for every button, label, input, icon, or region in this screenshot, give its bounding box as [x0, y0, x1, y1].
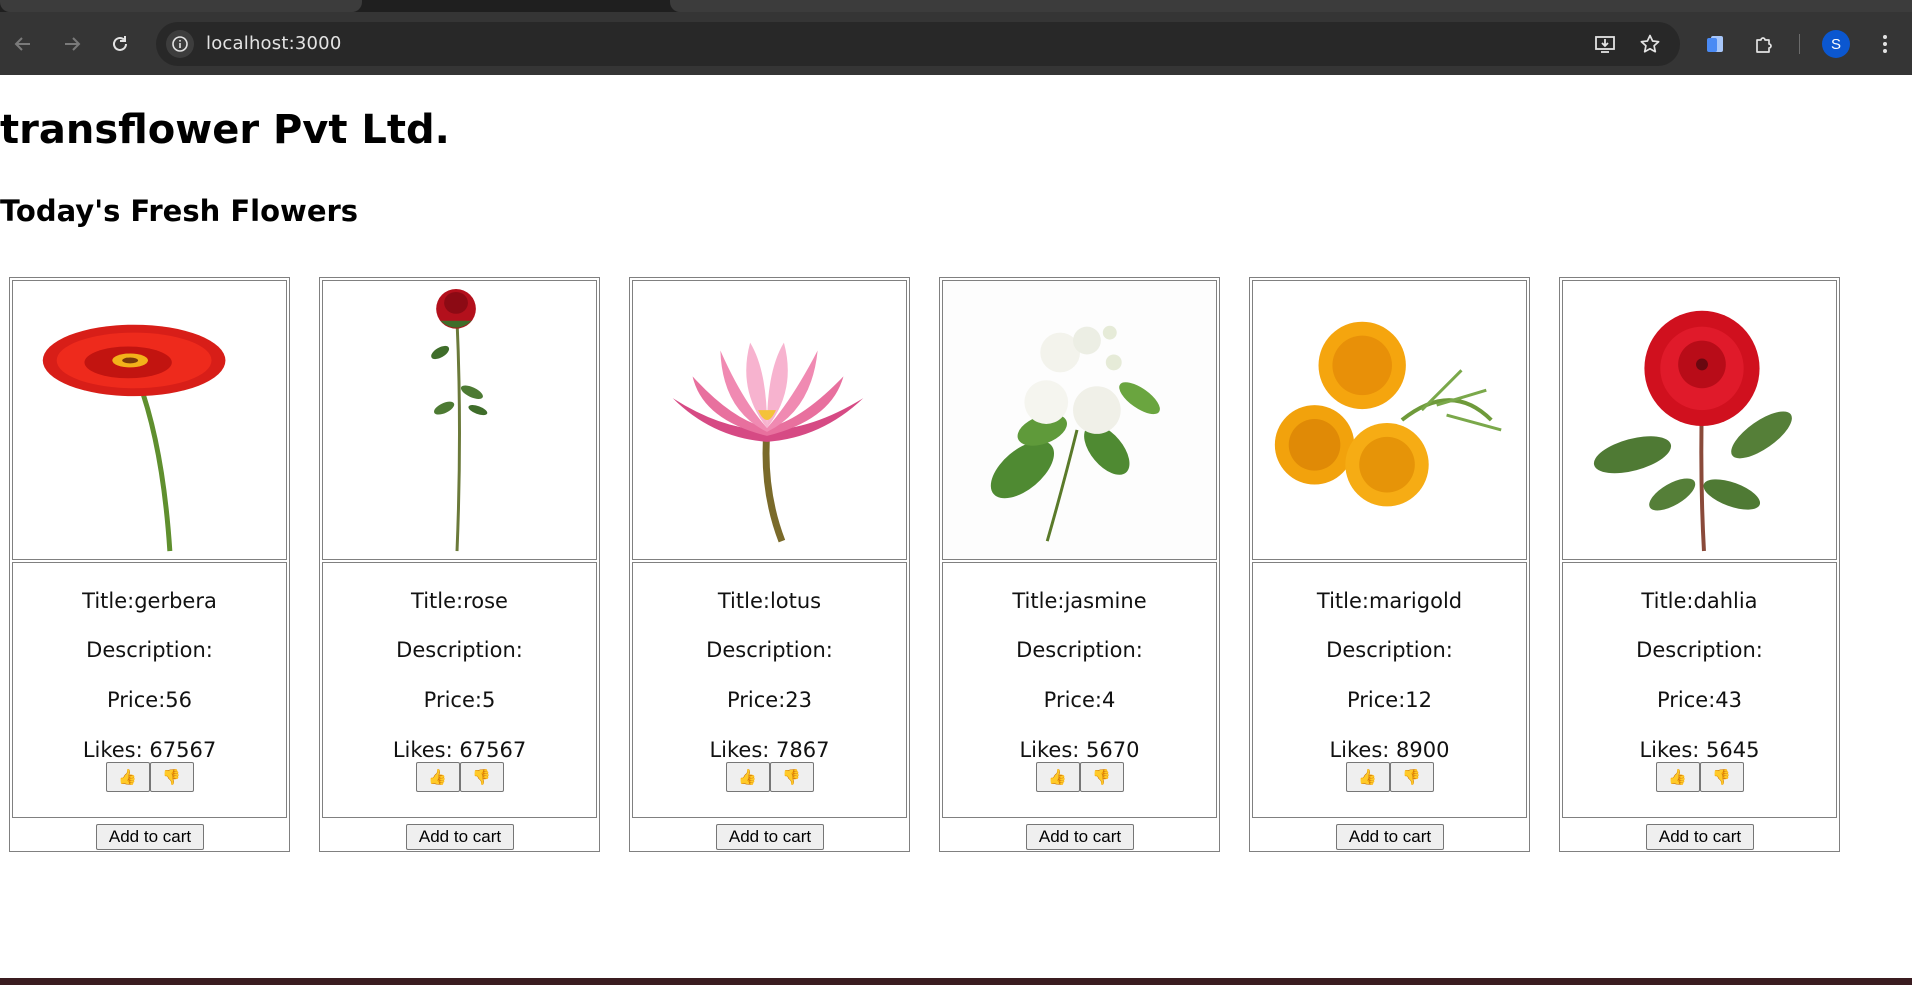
- extensions-puzzle-icon[interactable]: [1749, 29, 1779, 59]
- add-to-cart-button[interactable]: Add to cart: [1026, 824, 1134, 850]
- thumbs-up-icon: 👍: [118, 769, 137, 786]
- flower-info: Title:jasmine Description: Price:4 Likes…: [942, 562, 1217, 818]
- toolbar-divider: [1799, 34, 1800, 54]
- like-button[interactable]: 👍: [1035, 762, 1080, 792]
- like-button[interactable]: 👍: [1655, 762, 1700, 792]
- flower-likes: Likes: 7867: [709, 738, 830, 762]
- flower-price: Price:4: [1043, 688, 1116, 712]
- forward-arrow-icon[interactable]: [57, 29, 87, 59]
- flower-card: Title:dahlia Description: Price:43 Likes…: [1559, 277, 1840, 852]
- flower-title: Title:marigold: [1316, 589, 1463, 613]
- like-button[interactable]: 👍: [415, 762, 460, 792]
- add-to-cart-button[interactable]: Add to cart: [716, 824, 824, 850]
- thumbs-down-icon: 👎: [782, 769, 801, 786]
- flower-title: Title:gerbera: [82, 589, 217, 613]
- flower-description: Description:: [86, 638, 213, 662]
- add-to-cart-button[interactable]: Add to cart: [96, 824, 204, 850]
- thumbs-up-icon: 👍: [428, 769, 447, 786]
- thumbs-up-icon: 👍: [1358, 769, 1377, 786]
- flower-description: Description:: [1636, 638, 1763, 662]
- install-app-icon[interactable]: [1594, 33, 1616, 55]
- flower-title: Title:jasmine: [1012, 589, 1147, 613]
- white-jasmine-image: [942, 280, 1217, 560]
- add-to-cart-button[interactable]: Add to cart: [1646, 824, 1754, 850]
- flower-likes: Likes: 5645: [1639, 738, 1760, 762]
- flower-info: Title:lotus Description: Price:23 Likes:…: [632, 562, 907, 818]
- like-button[interactable]: 👍: [1345, 762, 1390, 792]
- flower-description: Description:: [396, 638, 523, 662]
- red-rose-image: [322, 280, 597, 560]
- back-arrow-icon[interactable]: [8, 29, 38, 59]
- section-heading: Today's Fresh Flowers: [0, 194, 359, 228]
- red-dahlia-image: [1562, 280, 1837, 560]
- thumbs-down-icon: 👎: [1402, 769, 1421, 786]
- flower-price: Price:23: [726, 688, 813, 712]
- flower-description: Description:: [706, 638, 833, 662]
- address-bar[interactable]: localhost:3000: [156, 22, 1680, 66]
- dislike-button[interactable]: 👎: [149, 762, 194, 792]
- bookmark-star-icon[interactable]: [1639, 33, 1661, 55]
- more-vertical-icon[interactable]: [1870, 29, 1900, 59]
- flower-title: Title:dahlia: [1641, 589, 1758, 613]
- browser-tab-inactive[interactable]: [670, 0, 1912, 12]
- like-button[interactable]: 👍: [725, 762, 770, 792]
- flower-info: Title:dahlia Description: Price:43 Likes…: [1562, 562, 1837, 818]
- vote-buttons: 👍 👎: [633, 762, 906, 792]
- flower-title: Title:rose: [411, 589, 508, 613]
- flower-description: Description:: [1326, 638, 1453, 662]
- thumbs-up-icon: 👍: [738, 769, 757, 786]
- notes-icon[interactable]: [1700, 29, 1730, 59]
- flower-grid: Title:gerbera Description: Price:56 Like…: [9, 277, 1840, 852]
- flower-likes: Likes: 67567: [82, 738, 217, 762]
- flower-price: Price:12: [1346, 688, 1433, 712]
- flower-title: Title:lotus: [717, 589, 822, 613]
- url-text[interactable]: localhost:3000: [206, 33, 341, 54]
- flower-description: Description:: [1016, 638, 1143, 662]
- red-gerbera-image: [12, 280, 287, 560]
- browser-toolbar: localhost:3000 S: [0, 12, 1912, 75]
- flower-price: Price:56: [106, 688, 193, 712]
- dislike-button[interactable]: 👎: [459, 762, 504, 792]
- dislike-button[interactable]: 👎: [1079, 762, 1124, 792]
- flower-likes: Likes: 5670: [1019, 738, 1140, 762]
- flower-card: Title:rose Description: Price:5 Likes: 6…: [319, 277, 600, 852]
- yellow-marigold-image: [1252, 280, 1527, 560]
- taskbar-edge: [0, 978, 1912, 985]
- vote-buttons: 👍 👎: [943, 762, 1216, 792]
- vote-buttons: 👍 👎: [1563, 762, 1836, 792]
- flower-info: Title:rose Description: Price:5 Likes: 6…: [322, 562, 597, 818]
- dislike-button[interactable]: 👎: [1389, 762, 1434, 792]
- pink-lotus-image: [632, 280, 907, 560]
- site-info-icon[interactable]: [166, 30, 194, 58]
- flower-price: Price:43: [1656, 688, 1743, 712]
- dislike-button[interactable]: 👎: [1699, 762, 1744, 792]
- thumbs-up-icon: 👍: [1048, 769, 1067, 786]
- flower-info: Title:marigold Description: Price:12 Lik…: [1252, 562, 1527, 818]
- thumbs-down-icon: 👎: [1092, 769, 1111, 786]
- vote-buttons: 👍 👎: [13, 762, 286, 792]
- flower-price: Price:5: [423, 688, 496, 712]
- browser-tab-strip: [0, 0, 1912, 12]
- vote-buttons: 👍 👎: [1253, 762, 1526, 792]
- dislike-button[interactable]: 👎: [769, 762, 814, 792]
- add-to-cart-button[interactable]: Add to cart: [1336, 824, 1444, 850]
- flower-likes: Likes: 8900: [1329, 738, 1450, 762]
- thumbs-down-icon: 👎: [162, 769, 181, 786]
- profile-avatar[interactable]: S: [1822, 30, 1850, 58]
- browser-tab[interactable]: [0, 0, 362, 12]
- thumbs-down-icon: 👎: [1712, 769, 1731, 786]
- flower-card: Title:marigold Description: Price:12 Lik…: [1249, 277, 1530, 852]
- flower-card: Title:jasmine Description: Price:4 Likes…: [939, 277, 1220, 852]
- vote-buttons: 👍 👎: [323, 762, 596, 792]
- flower-likes: Likes: 67567: [392, 738, 527, 762]
- reload-icon[interactable]: [105, 29, 135, 59]
- thumbs-up-icon: 👍: [1668, 769, 1687, 786]
- add-to-cart-button[interactable]: Add to cart: [406, 824, 514, 850]
- flower-info: Title:gerbera Description: Price:56 Like…: [12, 562, 287, 818]
- thumbs-down-icon: 👎: [472, 769, 491, 786]
- company-title: transflower Pvt Ltd.: [0, 107, 450, 153]
- flower-card: Title:lotus Description: Price:23 Likes:…: [629, 277, 910, 852]
- flower-card: Title:gerbera Description: Price:56 Like…: [9, 277, 290, 852]
- like-button[interactable]: 👍: [105, 762, 150, 792]
